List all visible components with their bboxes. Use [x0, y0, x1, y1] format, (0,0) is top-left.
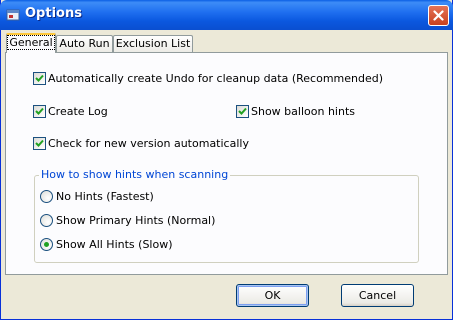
close-button[interactable]	[428, 5, 449, 26]
check-version-label: Check for new version automatically	[48, 137, 249, 150]
ok-button[interactable]: OK	[236, 284, 309, 307]
tab-general[interactable]: General	[6, 33, 56, 53]
balloon-hints-label: Show balloon hints	[251, 105, 355, 118]
check-icon	[35, 107, 44, 115]
tab-general-label: General	[7, 35, 55, 50]
all-hints-label: Show All Hints (Slow)	[56, 238, 173, 251]
close-icon	[433, 10, 444, 21]
tab-exclusion-list[interactable]: Exclusion List	[113, 35, 193, 52]
check-icon	[238, 107, 247, 115]
general-tab-panel: Automatically create Undo for cleanup da…	[5, 52, 448, 275]
tab-exclusion-list-label: Exclusion List	[115, 37, 191, 50]
radio-selected-dot	[44, 242, 49, 247]
options-dialog: Options General Auto Run Exclusion List …	[0, 0, 453, 320]
no-hints-label: No Hints (Fastest)	[56, 190, 154, 203]
create-log-checkbox[interactable]	[33, 105, 46, 118]
primary-hints-label: Show Primary Hints (Normal)	[56, 214, 216, 227]
check-version-checkbox[interactable]	[33, 137, 46, 150]
no-hints-radio[interactable]	[40, 190, 53, 203]
all-hints-radio[interactable]	[40, 238, 53, 251]
title-bar[interactable]: Options	[0, 0, 453, 30]
check-icon	[35, 139, 44, 147]
balloon-hints-checkbox[interactable]	[236, 105, 249, 118]
window-title: Options	[25, 6, 82, 21]
undo-checkbox[interactable]	[33, 72, 46, 85]
tab-auto-run[interactable]: Auto Run	[56, 35, 113, 52]
hints-group-title: How to show hints when scanning	[39, 168, 231, 181]
cancel-button[interactable]: Cancel	[341, 284, 414, 307]
primary-hints-radio[interactable]	[40, 214, 53, 227]
app-options-icon	[6, 9, 20, 21]
undo-label: Automatically create Undo for cleanup da…	[48, 72, 384, 85]
create-log-label: Create Log	[48, 105, 108, 118]
check-icon	[35, 74, 44, 82]
tab-auto-run-label: Auto Run	[59, 37, 110, 50]
